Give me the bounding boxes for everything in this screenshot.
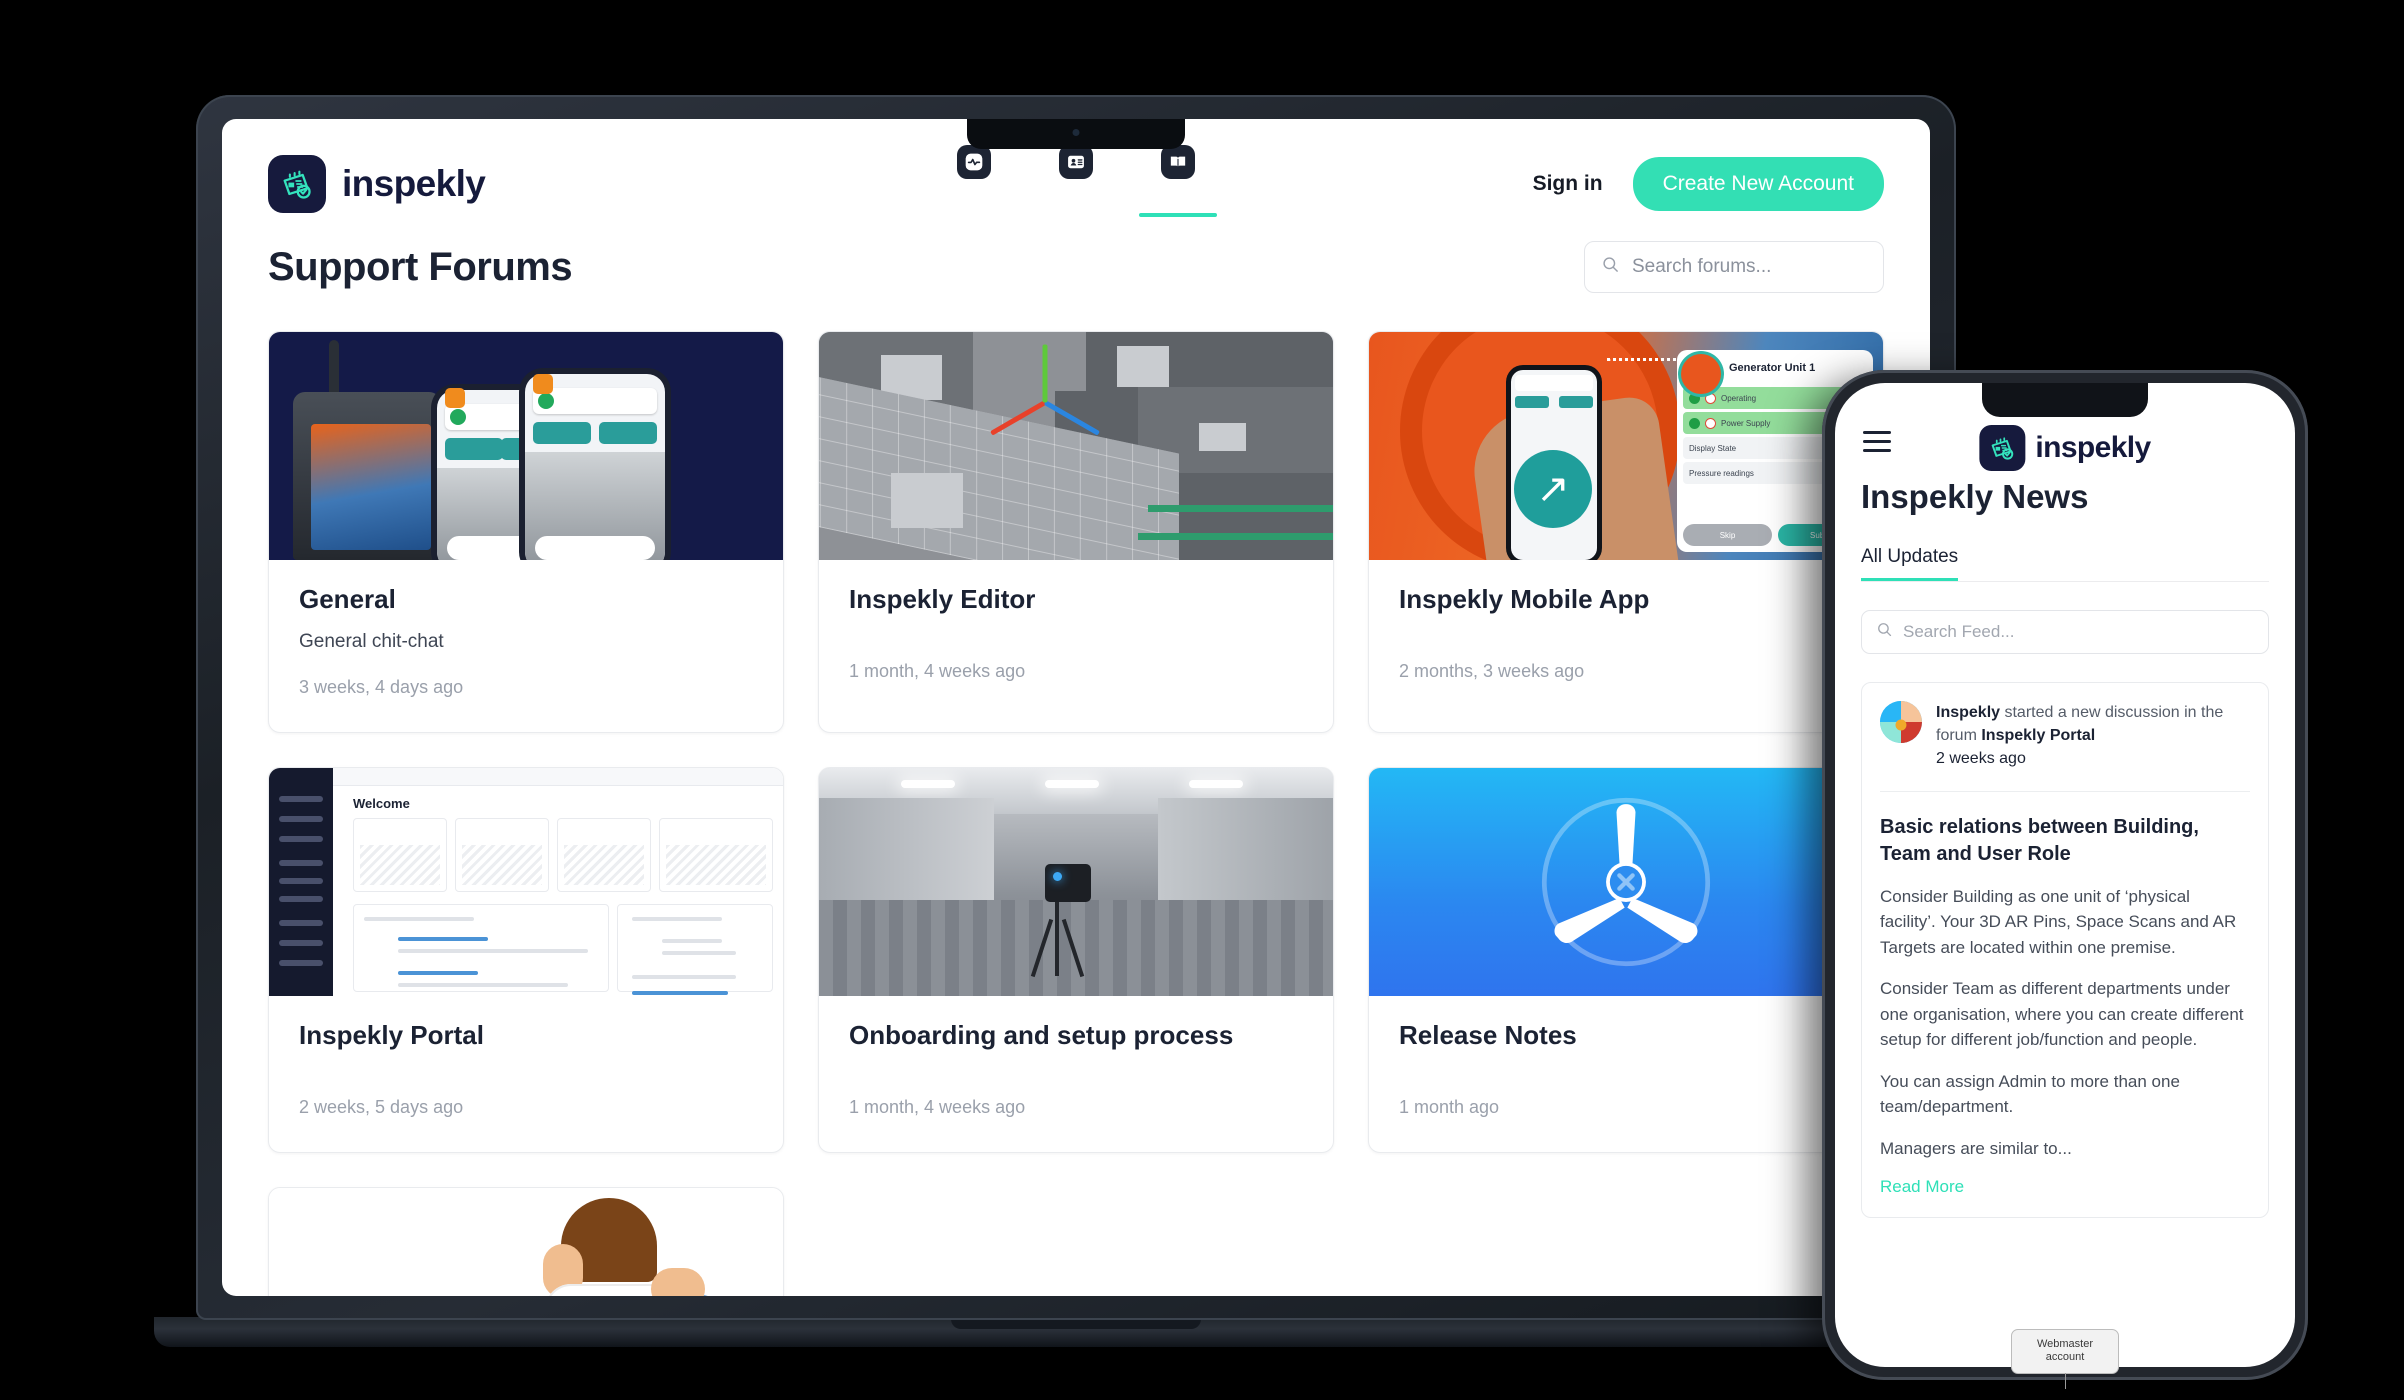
forum-card-description: General chit-chat [299,631,444,652]
screenshot-stage: inspekly Sign in Create New Account Supp… [0,0,2404,1400]
brand-name: inspekly [2035,431,2151,464]
post-paragraph: You can assign Admin to more than one te… [1880,1071,2180,1117]
brand-logo[interactable]: inspekly [268,155,486,213]
forum-card-inspekly-editor[interactable]: Inspekly Editor 1 month, 4 weeks ago [818,331,1334,733]
forum-card-grid: General General chit-chat 3 weeks, 4 day… [268,331,1884,1296]
forum-card-general[interactable]: General General chit-chat 3 weeks, 4 day… [268,331,784,733]
activity-pulse-icon [957,145,991,179]
create-new-account-button[interactable]: Create New Account [1632,157,1884,211]
thumbnail-illustration-person [269,1188,783,1296]
avatar [1880,701,1922,743]
forum-card-time: 1 month, 4 weeks ago [849,661,1026,681]
clipboard-check-icon [1979,425,2026,471]
contact-card-icon [1059,145,1093,179]
phone-screen: inspekly Inspekly News All Updates Searc… [1835,383,2295,1367]
phone-notch [1982,383,2148,417]
laptop-camera-icon [1072,129,1080,136]
post-paragraph: Consider Team as different departments u… [1880,979,2244,1050]
laptop-lid: inspekly Sign in Create New Account Supp… [196,95,1956,1320]
primary-nav [957,145,1217,217]
read-more-link[interactable]: Read More [1880,1177,1964,1197]
forum-card-body: Onboarding and setup process 1 month, 4 … [819,996,1333,1152]
laptop-base [154,1317,1998,1347]
search-input[interactable] [1632,256,1867,278]
nav-item-activity[interactable] [957,145,991,217]
feed-time: 2 weeks ago [1936,750,2026,768]
clipboard-check-icon [268,155,326,213]
search-icon [1601,255,1620,279]
nav-item-docs[interactable] [1139,145,1217,217]
forum-card-partial[interactable] [268,1187,784,1296]
thumbnail-devices-radio-phones [269,332,783,560]
post-title[interactable]: Basic relations between Building, Team a… [1880,814,2250,868]
propeller-icon [1541,797,1711,967]
forum-card-inspekly-portal[interactable]: Welcome Inspekly Portal 2 weeks, 5 days … [268,767,784,1153]
forum-card-body: Release Notes 1 month ago [1369,996,1883,1152]
page-content: Support Forums Search forums... General … [222,223,1930,1296]
phone-tabs: All Updates [1861,546,2269,582]
forum-card-title: Inspekly Portal [299,1020,484,1050]
feed-search[interactable] [1861,610,2269,654]
webmaster-account-callout: Webmaster account [2011,1328,2119,1389]
feed-item-header: Inspekly started a new discussion in the… [1880,701,2250,791]
forum-card-title: Inspekly Editor [849,584,1036,614]
laptop-camera-notch [967,119,1185,149]
phone-body: Inspekly News All Updates Search Feed...… [1835,452,2295,1219]
search-icon [1876,621,1893,643]
forum-card-inspekly-mobile-app[interactable]: ↗ Generator Unit 1 Operating Power Suppl… [1368,331,1884,733]
thumbnail-propeller-blue [1369,768,1883,996]
thumbnail-corridor-scanner [819,768,1333,996]
forum-card-body: Inspekly Mobile App 2 months, 3 weeks ag… [1369,560,1883,716]
forum-card-title: Inspekly Mobile App [1399,584,1650,614]
thumbnail-3d-point-cloud-scan [819,332,1333,560]
feed-search-input[interactable] [1903,622,2254,642]
phone-frame: inspekly Inspekly News All Updates Searc… [1822,370,2308,1380]
forum-card-time: 1 month ago [1399,1097,1500,1117]
brand-name: inspekly [342,163,486,204]
forum-card-release-notes[interactable]: Release Notes 1 month ago [1368,767,1884,1153]
laptop-mockup: inspekly Sign in Create New Account Supp… [154,95,1998,1347]
feed-item[interactable]: Inspekly started a new discussion in the… [1861,682,2269,1219]
forum-card-onboarding[interactable]: Onboarding and setup process 1 month, 4 … [818,767,1334,1153]
thumbnail-ar-generator-inspection: ↗ Generator Unit 1 Operating Power Suppl… [1369,332,1883,560]
page-top-bar: Support Forums [268,241,1884,293]
post-paragraph: Consider Building as one unit of ‘physic… [1880,886,2237,957]
sign-in-link[interactable]: Sign in [1533,172,1603,196]
feed-forum[interactable]: Inspekly Portal [1981,727,2095,744]
forum-card-title: General [299,584,396,614]
forum-card-title: Onboarding and setup process [849,1020,1234,1050]
ar-arrow-icon: ↗ [1514,450,1592,528]
forum-card-time: 1 month, 4 weeks ago [849,1097,1026,1117]
forum-card-time: 3 weeks, 4 days ago [299,677,464,697]
forum-card-title: Release Notes [1399,1020,1577,1050]
post-paragraph: Managers are similar to... [1880,1138,2072,1158]
phone-brand-logo[interactable]: inspekly [1979,425,2151,471]
forum-search[interactable] [1584,241,1884,293]
hamburger-menu-icon[interactable] [1863,431,1891,452]
forum-card-time: 2 months, 3 weeks ago [1399,661,1585,681]
feed-author: Inspekly [1936,704,2001,721]
open-book-icon [1161,145,1195,179]
feed-post: Basic relations between Building, Team a… [1880,790,2250,1218]
page-title: Support Forums [268,244,573,289]
phone-mockup: inspekly Inspekly News All Updates Searc… [1822,370,2308,1389]
forum-card-body: Inspekly Editor 1 month, 4 weeks ago [819,560,1333,716]
forum-card-body: General General chit-chat 3 weeks, 4 day… [269,560,783,732]
header-actions: Sign in Create New Account [1533,157,1884,211]
tab-all-updates[interactable]: All Updates [1861,546,1959,581]
nav-active-indicator [1139,213,1217,217]
forum-card-body: Inspekly Portal 2 weeks, 5 days ago [269,996,783,1152]
phone-page-title: Inspekly News [1861,478,2089,515]
feed-item-meta: Inspekly started a new discussion in the… [1936,701,2250,771]
nav-item-contacts[interactable] [1059,145,1093,217]
forum-card-time: 2 weeks, 5 days ago [299,1097,464,1117]
laptop-screen: inspekly Sign in Create New Account Supp… [222,119,1930,1296]
thumbnail-portal-dashboard: Welcome [269,768,783,996]
